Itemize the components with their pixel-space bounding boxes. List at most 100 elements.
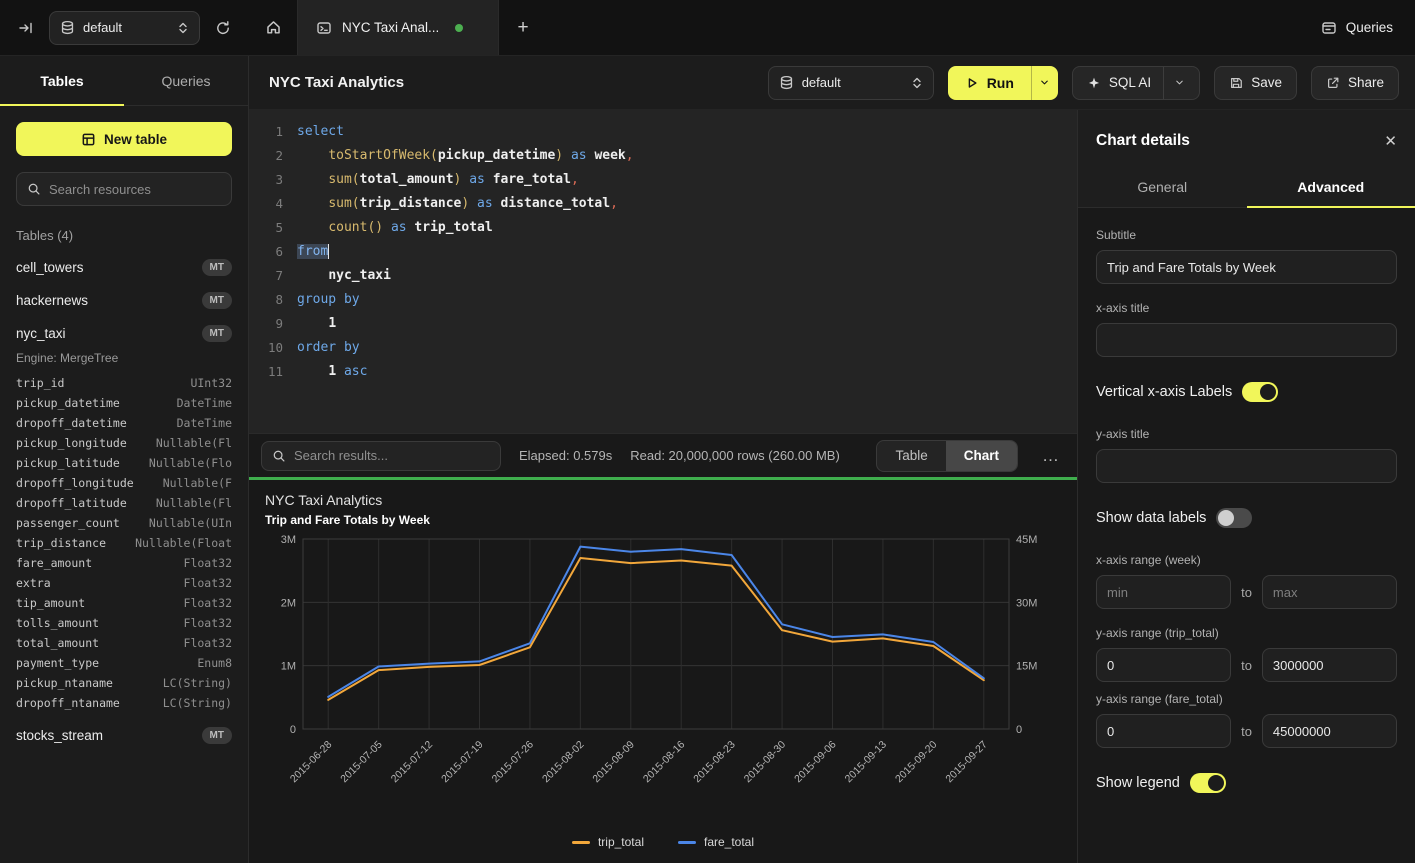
chart-subtitle: Trip and Fare Totals by Week [265, 513, 1061, 527]
sql-ai-label: SQL AI [1109, 75, 1151, 90]
column-name: pickup_longitude [16, 436, 127, 450]
code-line[interactable]: 6from [249, 240, 1077, 264]
line-number: 3 [249, 168, 283, 192]
sidebar-item-stocks-stream[interactable]: stocks_stream MT [0, 719, 248, 752]
column-row[interactable]: pickup_longitudeNullable(Fl [0, 433, 248, 453]
chart-card: NYC Taxi Analytics Trip and Fare Totals … [249, 477, 1077, 863]
code-line[interactable]: 9 1 [249, 312, 1077, 336]
panel-tab-general[interactable]: General [1078, 166, 1247, 207]
save-button[interactable]: Save [1214, 66, 1297, 100]
query-database-select[interactable]: default [768, 66, 934, 100]
view-toggle: Table Chart [876, 440, 1018, 472]
editor-lines: 1select2 toStartOfWeek(pickup_datetime) … [249, 120, 1077, 384]
legend-item-fare_total[interactable]: fare_total [678, 835, 754, 849]
x-range-max-input[interactable] [1262, 575, 1397, 609]
column-row[interactable]: dropoff_ntanameLC(String) [0, 693, 248, 713]
view-tab-chart[interactable]: Chart [946, 441, 1017, 471]
code-line[interactable]: 10order by [249, 336, 1077, 360]
sql-ai-button[interactable]: SQL AI [1072, 66, 1200, 100]
new-table-button[interactable]: New table [16, 122, 232, 156]
x-range-min-input[interactable] [1096, 575, 1231, 609]
y-range-fare-min-input[interactable] [1096, 714, 1231, 748]
tab-nyc-taxi-analytics[interactable]: NYC Taxi Anal... [297, 0, 499, 55]
close-panel-button[interactable]: ✕ [1384, 132, 1397, 150]
column-row[interactable]: extraFloat32 [0, 573, 248, 593]
topbar-database-select[interactable]: default [49, 11, 200, 45]
column-name: dropoff_latitude [16, 496, 127, 510]
query-toolbar: NYC Taxi Analytics default Run [249, 56, 1415, 110]
column-row[interactable]: pickup_datetimeDateTime [0, 393, 248, 413]
legend-label: trip_total [598, 835, 644, 849]
y-range-trip-max-input[interactable] [1262, 648, 1397, 682]
code-text: select [283, 120, 344, 144]
column-row[interactable]: tolls_amountFloat32 [0, 613, 248, 633]
tables-section-title: Tables (4) [16, 228, 232, 243]
view-tab-table[interactable]: Table [877, 441, 945, 471]
sql-ai-options-button[interactable] [1163, 67, 1185, 99]
column-row[interactable]: pickup_latitudeNullable(Flo [0, 453, 248, 473]
x-range-row: to [1096, 575, 1397, 609]
column-row[interactable]: dropoff_datetimeDateTime [0, 413, 248, 433]
code-line[interactable]: 5 count() as trip_total [249, 216, 1077, 240]
code-line[interactable]: 1select [249, 120, 1077, 144]
svg-text:2M: 2M [281, 597, 296, 609]
share-button[interactable]: Share [1311, 66, 1399, 100]
subtitle-input[interactable] [1096, 250, 1397, 284]
results-search-input[interactable] [294, 448, 490, 463]
query-database-value: default [802, 75, 841, 90]
column-row[interactable]: dropoff_longitudeNullable(F [0, 473, 248, 493]
code-line[interactable]: 8group by [249, 288, 1077, 312]
subtitle-label: Subtitle [1096, 228, 1397, 242]
column-row[interactable]: payment_typeEnum8 [0, 653, 248, 673]
column-type: LC(String) [163, 696, 232, 710]
results-toolbar: Elapsed: 0.579s Read: 20,000,000 rows (2… [249, 433, 1077, 477]
y-range-trip-min-input[interactable] [1096, 648, 1231, 682]
sidebar-tab-queries[interactable]: Queries [124, 56, 248, 105]
show-data-labels-toggle[interactable] [1216, 508, 1252, 528]
new-table-label: New table [104, 132, 167, 147]
table-name: stocks_stream [16, 728, 103, 743]
collapse-sidebar-button[interactable] [12, 14, 40, 42]
legend-item-trip_total[interactable]: trip_total [572, 835, 644, 849]
run-options-button[interactable] [1031, 66, 1058, 100]
code-line[interactable]: 4 sum(trip_distance) as distance_total, [249, 192, 1077, 216]
sidebar-item-nyc-taxi[interactable]: nyc_taxi MT [0, 317, 248, 350]
sidebar-search-input[interactable] [49, 182, 221, 197]
y-range-fare-max-input[interactable] [1262, 714, 1397, 748]
show-legend-toggle[interactable] [1190, 773, 1226, 793]
queries-label: Queries [1346, 20, 1393, 35]
column-row[interactable]: total_amountFloat32 [0, 633, 248, 653]
run-button[interactable]: Run [948, 66, 1031, 100]
column-row[interactable]: trip_idUInt32 [0, 373, 248, 393]
column-row[interactable]: passenger_countNullable(UIn [0, 513, 248, 533]
vertical-x-labels-toggle[interactable] [1242, 382, 1278, 402]
code-line[interactable]: 3 sum(total_amount) as fare_total, [249, 168, 1077, 192]
column-row[interactable]: dropoff_latitudeNullable(Fl [0, 493, 248, 513]
sql-editor[interactable]: 1select2 toStartOfWeek(pickup_datetime) … [249, 110, 1077, 433]
code-line[interactable]: 2 toStartOfWeek(pickup_datetime) as week… [249, 144, 1077, 168]
svg-text:0: 0 [1016, 724, 1022, 736]
code-text: 1 [283, 312, 336, 336]
x-axis-title-input[interactable] [1096, 323, 1397, 357]
sidebar-item-hackernews[interactable]: hackernews MT [0, 284, 248, 317]
column-name: payment_type [16, 656, 99, 670]
to-label: to [1241, 585, 1252, 600]
code-line[interactable]: 11 1 asc [249, 360, 1077, 384]
sidebar-item-cell-towers[interactable]: cell_towers MT [0, 251, 248, 284]
column-row[interactable]: tip_amountFloat32 [0, 593, 248, 613]
new-tab-button[interactable]: + [499, 0, 547, 55]
column-row[interactable]: trip_distanceNullable(Float [0, 533, 248, 553]
sidebar-tab-tables[interactable]: Tables [0, 56, 124, 105]
line-number: 8 [249, 288, 283, 312]
y-axis-title-input[interactable] [1096, 449, 1397, 483]
panel-tab-advanced[interactable]: Advanced [1247, 166, 1415, 207]
more-options-button[interactable]: … [1036, 446, 1065, 466]
results-chart-svg[interactable]: 001M15M2M30M3M45M2015-06-282015-07-05201… [265, 531, 1061, 827]
refresh-button[interactable] [209, 14, 237, 42]
engine-badge: MT [202, 292, 232, 309]
code-line[interactable]: 7 nyc_taxi [249, 264, 1077, 288]
column-row[interactable]: fare_amountFloat32 [0, 553, 248, 573]
queries-button[interactable]: Queries [1299, 0, 1415, 55]
home-button[interactable] [249, 0, 297, 55]
column-row[interactable]: pickup_ntanameLC(String) [0, 673, 248, 693]
